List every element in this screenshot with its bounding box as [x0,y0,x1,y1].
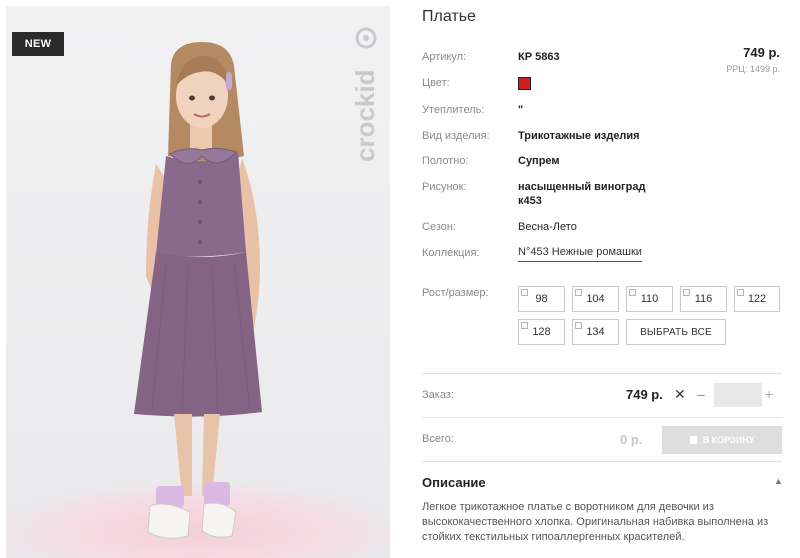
fabric-label: Полотно: [422,155,469,167]
decrease-quantity-button[interactable]: – [697,386,705,402]
close-icon[interactable]: ✕ [674,386,686,403]
increase-quantity-button[interactable]: + [765,386,773,402]
total-label: Всего: [422,433,454,445]
model-illustration [134,42,262,539]
color-swatch[interactable] [518,77,531,90]
type-label: Вид изделия: [422,130,490,142]
description-text: Легкое трикотажное платье с воротником д… [422,501,769,543]
fabric-value: Супрем [518,155,560,167]
size-checkbox-icon [521,289,528,296]
size-button-122[interactable]: 122 [734,286,780,312]
size-button-134[interactable]: 134 [572,319,619,345]
season-label: Сезон: [422,221,456,233]
description-title[interactable]: Описание [422,475,486,490]
size-value: 134 [586,326,605,338]
pattern-value-line2: к453 [518,195,542,207]
order-label: Заказ: [422,389,454,401]
total-value: 0 р. [620,432,643,447]
cart-icon [689,436,697,444]
add-to-cart-button[interactable]: В КОРЗИНУ [662,426,782,454]
collection-link[interactable]: N°453 Нежные ромашки [518,246,642,262]
season-value: Весна-Лето [518,221,577,233]
add-to-cart-label: В КОРЗИНУ [702,435,755,445]
size-value: 122 [747,293,767,305]
product-title: Платье [422,8,476,25]
size-checkbox-icon [737,289,744,296]
product-page: crockid NEW Платье 749 р. РРЦ: 1499 р. А… [0,0,800,558]
new-badge: NEW [12,32,64,56]
size-value: 104 [586,293,605,305]
order-price: 749 р. [626,387,663,402]
size-checkbox-icon [575,322,582,329]
recommended-retail-price: РРЦ: 1499 р. [726,64,780,74]
product-photo[interactable]: crockid NEW [6,6,390,558]
divider [422,461,782,462]
size-checkbox-icon [521,322,528,329]
size-value: 98 [535,293,548,305]
article-label: Артикул: [422,51,467,63]
quantity-input[interactable] [714,383,762,407]
price: 749 р. [743,45,780,60]
select-all-sizes-button[interactable]: ВЫБРАТЬ ВСЕ [626,319,726,345]
size-button-116[interactable]: 116 [680,286,727,312]
size-checkbox-icon [629,289,636,296]
size-value: 128 [532,326,551,338]
pattern-label: Рисунок: [422,181,467,193]
size-button-98[interactable]: 98 [518,286,565,312]
size-value: 116 [694,293,713,305]
size-checkbox-icon [575,289,582,296]
divider [422,417,782,418]
chevron-up-icon[interactable]: ▲ [774,476,783,486]
article-value: КР 5863 [518,51,560,63]
insulation-label: Утеплитель: [422,104,485,116]
size-button-104[interactable]: 104 [572,286,619,312]
size-value: 110 [640,293,659,305]
pattern-value-line1: насыщенный виноград [518,181,646,193]
size-button-128[interactable]: 128 [518,319,565,345]
collection-label: Коллекция: [422,247,480,259]
size-label: Рост/размер: [422,287,489,299]
type-value: Трикотажные изделия [518,130,640,142]
size-checkbox-icon [683,289,690,296]
size-button-110[interactable]: 110 [626,286,673,312]
divider [422,373,782,374]
color-label: Цвет: [422,77,450,89]
insulation-value: " [518,104,524,116]
